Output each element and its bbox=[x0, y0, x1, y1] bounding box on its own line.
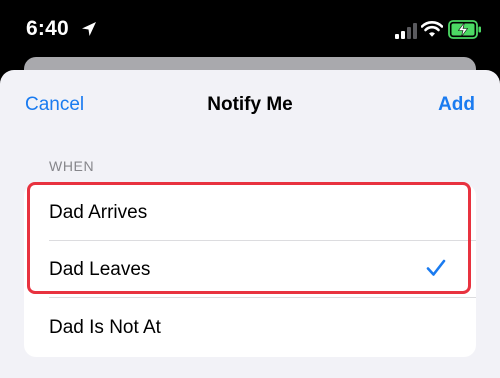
option-dad-is-not-at[interactable]: Dad Is Not At bbox=[24, 298, 476, 357]
add-button[interactable]: Add bbox=[438, 94, 475, 116]
option-label: Dad Leaves bbox=[49, 259, 151, 280]
wifi-icon bbox=[421, 21, 443, 37]
cellular-signal-icon bbox=[395, 23, 417, 39]
battery-charging-icon bbox=[448, 20, 481, 39]
checkmark-icon bbox=[426, 259, 446, 276]
status-bar: 6:40 bbox=[0, 0, 500, 62]
cancel-button[interactable]: Cancel bbox=[25, 94, 84, 116]
status-time: 6:40 bbox=[26, 17, 69, 40]
option-label: Dad Arrives bbox=[49, 202, 148, 223]
option-label: Dad Is Not At bbox=[49, 317, 161, 338]
option-dad-leaves[interactable]: Dad Leaves bbox=[24, 241, 476, 298]
section-header-when: WHEN bbox=[49, 158, 95, 174]
notify-me-sheet: Notify Me Cancel Add WHEN Dad Arrives Da… bbox=[0, 70, 500, 378]
option-dad-arrives[interactable]: Dad Arrives bbox=[24, 184, 476, 241]
location-arrow-icon bbox=[82, 22, 96, 36]
when-options-list: Dad Arrives Dad Leaves Dad Is Not At bbox=[24, 184, 476, 357]
